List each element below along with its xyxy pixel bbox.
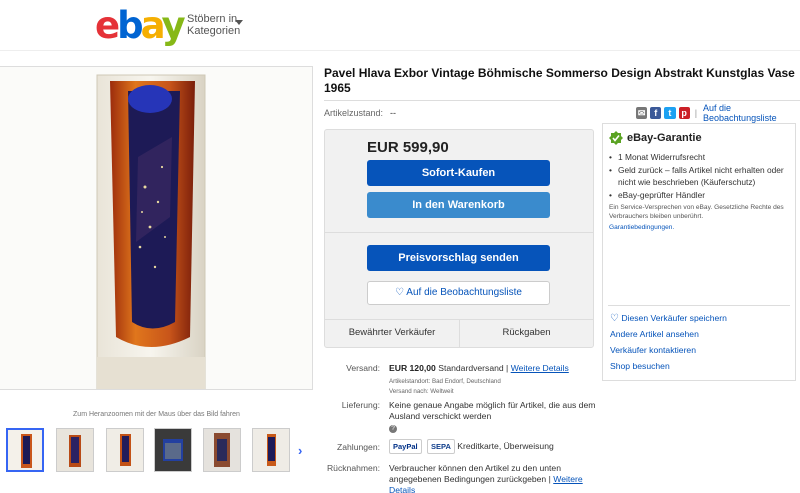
visit-shop-link[interactable]: Shop besuchen xyxy=(610,361,670,371)
thumbnail[interactable] xyxy=(203,428,241,472)
browse-label-line1: Stöbern in xyxy=(187,13,238,25)
vase-image xyxy=(0,67,312,394)
shipping-details-link[interactable]: Weitere Details xyxy=(511,363,569,373)
payments-value: PayPal SEPA Kreditkarte, Überweisung xyxy=(389,439,554,454)
thumbnail-strip xyxy=(0,426,313,476)
guarantee-item: 1 Monat Widerrufsrecht xyxy=(609,151,792,164)
ebay-logo[interactable]: ebay xyxy=(95,4,186,48)
header-divider xyxy=(0,50,800,51)
buy-box-divider xyxy=(325,232,593,233)
chevron-down-icon[interactable] xyxy=(235,20,243,25)
guarantee-note: Ein Service-Versprechen von eBay. Gesetz… xyxy=(609,204,784,220)
chevron-right-icon[interactable]: › xyxy=(298,443,302,458)
returns-text: Verbraucher können den Artikel zu den un… xyxy=(389,463,561,484)
twitter-icon[interactable]: t xyxy=(664,107,676,119)
shipping-price: EUR 120,00 xyxy=(389,363,436,373)
logo-letter-e: e xyxy=(95,4,120,47)
delivery-label: Lieferung: xyxy=(341,400,380,410)
condition-label: Artikelzustand: xyxy=(324,108,384,118)
guarantee-item: eBay-geprüfter Händler xyxy=(609,189,792,202)
thumbnail[interactable] xyxy=(252,428,290,472)
condition-value: -- xyxy=(390,108,396,118)
title-divider xyxy=(324,100,800,101)
guarantee-divider xyxy=(608,305,790,306)
guarantee-terms-link[interactable]: Garantiebedingungen. xyxy=(609,224,674,231)
guarantee-list: 1 Monat Widerrufsrecht Geld zurück – fal… xyxy=(609,151,792,201)
payments-text: Kreditkarte, Überweisung xyxy=(457,440,554,451)
zoom-hint: Zum Heranzoomen mit der Maus über das Bi… xyxy=(73,411,240,418)
item-title: Pavel Hlava Exbor Vintage Böhmische Somm… xyxy=(324,66,795,95)
share-divider: | xyxy=(694,108,698,118)
browse-categories-button[interactable]: Stöbern in Kategorien xyxy=(187,13,240,37)
item-price: EUR 599,90 xyxy=(367,139,449,156)
thumbnail[interactable] xyxy=(6,428,44,472)
facebook-icon[interactable]: f xyxy=(650,107,662,119)
main-product-image[interactable] xyxy=(0,66,313,394)
heart-icon: ♡ xyxy=(395,287,405,298)
email-icon[interactable]: ✉ xyxy=(636,107,648,119)
thumbnail[interactable] xyxy=(56,428,94,472)
question-mark-icon: ? xyxy=(389,425,397,433)
paypal-logo: PayPal xyxy=(389,439,422,454)
contact-seller-link[interactable]: Verkäufer kontaktieren xyxy=(610,345,696,355)
returns-value: Verbraucher können den Artikel zu den un… xyxy=(389,463,599,493)
logo-letter-a: a xyxy=(140,4,165,47)
thumbnail[interactable] xyxy=(106,428,144,472)
shipping-method: Standardversand | xyxy=(438,363,509,373)
guarantee-item: Geld zurück – falls Artikel nicht erhalt… xyxy=(609,164,792,189)
buy-now-button[interactable]: Sofort-Kaufen xyxy=(367,160,550,186)
add-to-watchlist-label: Auf die Beobachtungsliste xyxy=(406,287,522,298)
trusted-seller-tab[interactable]: Bewährter Verkäufer xyxy=(325,327,459,338)
shipping-label: Versand: xyxy=(346,363,380,373)
share-row: ✉ f t p | Auf die Beobachtungsliste xyxy=(636,103,800,123)
thumbnail[interactable] xyxy=(154,428,192,472)
guarantee-title: eBay-Garantie xyxy=(627,132,702,144)
returns-label: Rücknahmen: xyxy=(326,463,380,473)
ships-to: Versand nach: Weltweit xyxy=(389,388,454,395)
make-offer-button[interactable]: Preisvorschlag senden xyxy=(367,245,550,271)
add-to-watchlist-button[interactable]: ♡ Auf die Beobachtungsliste xyxy=(367,281,550,305)
delivery-text: Keine genaue Angabe möglich für Artikel,… xyxy=(389,400,596,421)
shipping-value: EUR 120,00 Standardversand | Weitere Det… xyxy=(389,363,599,374)
logo-letter-y: y xyxy=(161,4,185,47)
browse-label-line2: Kategorien xyxy=(187,25,241,37)
save-seller-link[interactable]: ♡ Diesen Verkäufer speichern xyxy=(610,313,727,324)
other-items-link[interactable]: Andere Artikel ansehen xyxy=(610,329,699,339)
save-seller-label: Diesen Verkäufer speichern xyxy=(621,313,727,323)
guarantee-badge-icon xyxy=(609,131,623,145)
add-to-cart-button[interactable]: In den Warenkorb xyxy=(367,192,550,218)
delivery-help[interactable]: ? xyxy=(389,422,397,433)
watchlist-link[interactable]: Auf die Beobachtungsliste xyxy=(703,103,800,123)
logo-letter-b: b xyxy=(117,4,143,47)
sepa-logo: SEPA xyxy=(427,439,455,454)
pinterest-icon[interactable]: p xyxy=(678,107,690,119)
payments-label: Zahlungen: xyxy=(336,442,380,452)
returns-tab[interactable]: Rückgaben xyxy=(460,327,593,338)
heart-icon: ♡ xyxy=(610,313,619,324)
